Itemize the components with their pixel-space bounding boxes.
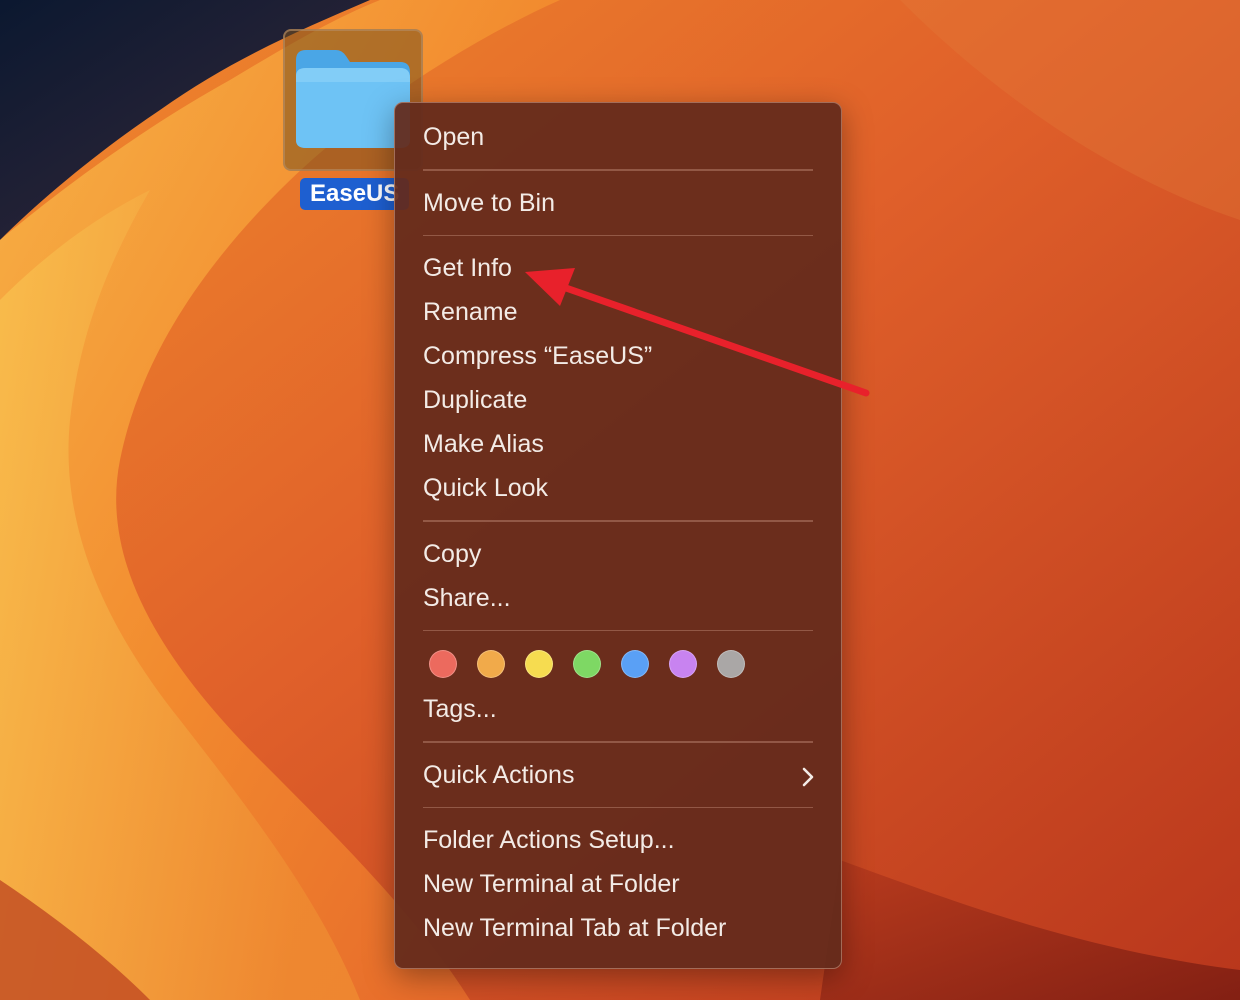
tag-color-row [395, 641, 841, 687]
menu-item-compress[interactable]: Compress “EaseUS” [395, 334, 841, 378]
menu-item-new-terminal-at-folder[interactable]: New Terminal at Folder [395, 862, 841, 906]
menu-item-folder-actions-setup[interactable]: Folder Actions Setup... [395, 818, 841, 862]
orange-tag-dot[interactable] [477, 650, 505, 678]
menu-item-quick-actions[interactable]: Quick Actions [395, 753, 841, 797]
menu-separator [423, 741, 813, 743]
menu-separator [423, 629, 813, 631]
menu-separator [423, 234, 813, 236]
yellow-tag-dot[interactable] [525, 650, 553, 678]
menu-item-make-alias[interactable]: Make Alias [395, 422, 841, 466]
menu-item-move-to-bin[interactable]: Move to Bin [395, 181, 841, 225]
menu-item-share[interactable]: Share... [395, 576, 841, 620]
quick-actions-label: Quick Actions [423, 760, 575, 789]
chevron-right-icon [801, 753, 815, 797]
folder-name-label[interactable]: EaseUS [300, 178, 410, 210]
purple-tag-dot[interactable] [669, 650, 697, 678]
menu-item-duplicate[interactable]: Duplicate [395, 378, 841, 422]
menu-separator [423, 520, 813, 522]
red-tag-dot[interactable] [429, 650, 457, 678]
menu-item-new-terminal-tab-at-folder[interactable]: New Terminal Tab at Folder [395, 906, 841, 950]
menu-separator [423, 169, 813, 171]
menu-item-tags[interactable]: Tags... [395, 687, 841, 731]
menu-item-get-info[interactable]: Get Info [395, 246, 841, 290]
menu-item-copy[interactable]: Copy [395, 532, 841, 576]
menu-item-open[interactable]: Open [395, 115, 841, 159]
desktop: EaseUS Open Move to Bin Get Info Rename … [0, 0, 1240, 1000]
menu-item-rename[interactable]: Rename [395, 290, 841, 334]
menu-item-quick-look[interactable]: Quick Look [395, 466, 841, 510]
blue-tag-dot[interactable] [621, 650, 649, 678]
green-tag-dot[interactable] [573, 650, 601, 678]
context-menu: Open Move to Bin Get Info Rename Compres… [394, 102, 842, 969]
gray-tag-dot[interactable] [717, 650, 745, 678]
menu-separator [423, 806, 813, 808]
